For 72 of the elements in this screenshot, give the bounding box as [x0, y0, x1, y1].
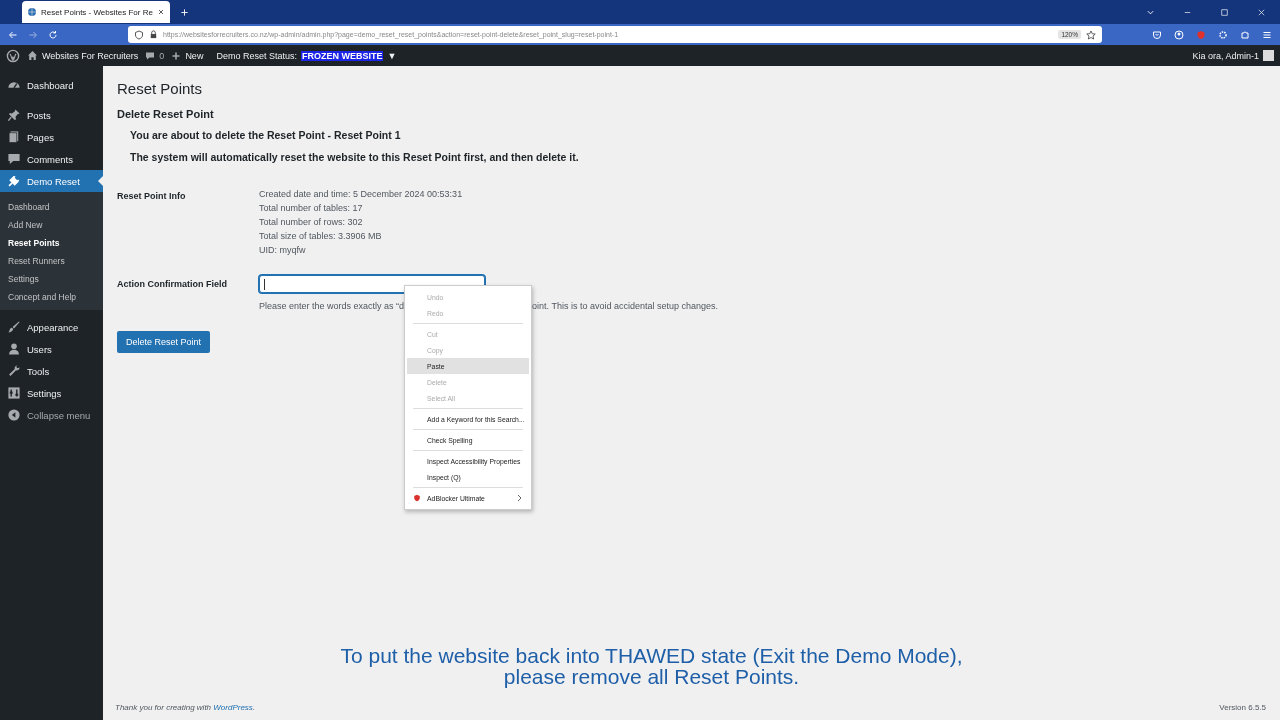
pages-icon [7, 130, 21, 144]
close-icon [1257, 7, 1266, 17]
submenu-item[interactable]: Settings [0, 270, 103, 288]
lock-icon [149, 30, 158, 39]
delete-button[interactable]: Delete Reset Point [117, 331, 211, 353]
sidebar-item[interactable]: Tools [0, 360, 103, 382]
footer-text: Thank you for creating with WordPress. [115, 703, 256, 712]
info-line: Created date and time: 5 December 2024 00:53:31 [259, 189, 463, 199]
field-label: Reset Point Info [117, 190, 187, 203]
browser-tab[interactable]: Reset Points - Websites For Re [22, 1, 170, 23]
sidebar-item[interactable]: Demo Reset [0, 170, 103, 192]
collapse-icon [7, 408, 21, 422]
speech-bubble-icon [145, 50, 156, 61]
chevron-right-icon [517, 494, 524, 502]
sidebar-item[interactable]: Settings [0, 382, 103, 404]
account-icon [1174, 29, 1184, 40]
info-line: Total number of tables: 17 [259, 203, 364, 213]
globe-icon [27, 7, 37, 17]
caption-text: To put the website back into THAWED state (Exit the Demo Mode), [340, 645, 963, 666]
status-label: Demo Reset Status: [216, 50, 297, 61]
back-icon [8, 29, 18, 40]
maximize-icon [1220, 7, 1229, 17]
notice-text: The system will automatically reset the website to this Reset Point first, and then delete it. [130, 151, 580, 163]
section-heading: Delete Reset Point [117, 108, 215, 120]
plug-icon [7, 174, 21, 188]
sidebar-item[interactable]: Users [0, 338, 103, 360]
submenu-item[interactable]: Reset Runners [0, 252, 103, 270]
plus-icon [179, 7, 189, 17]
hint-text: oint. This is to avoid accidental setup changes. [532, 301, 719, 311]
speech-bubble-icon [7, 152, 21, 166]
brush-icon [7, 320, 21, 334]
sidebar-item[interactable]: Appearance [0, 316, 103, 338]
sidebar-item[interactable]: Collapse menu [0, 404, 103, 426]
star-icon [1086, 29, 1096, 40]
version-text: Version 6.5.5 [1219, 703, 1266, 712]
submenu-item[interactable]: Dashboard [0, 198, 103, 216]
close-icon [156, 8, 165, 16]
shield-icon [134, 29, 144, 40]
menu-icon [1262, 29, 1272, 40]
user-icon [7, 342, 21, 356]
home-icon [27, 50, 38, 61]
reload-icon [48, 29, 58, 40]
sidebar-item[interactable]: Posts [0, 104, 103, 126]
hint-text: Please enter the words exactly as “d [259, 301, 405, 311]
forward-icon [28, 29, 38, 40]
sidebar-item[interactable]: Dashboard [0, 74, 103, 96]
submenu-item[interactable]: Reset Points [0, 234, 103, 252]
plus-icon [171, 50, 182, 61]
wrench-icon [7, 364, 21, 378]
site-name-link[interactable]: Websites For Recruiters [42, 50, 139, 61]
notice-text: You are about to delete the Reset Point - Reset Point 1 [130, 129, 402, 141]
settings-icon [1218, 29, 1228, 40]
submenu-item[interactable]: Concept and Help [0, 288, 103, 306]
caption-text: please remove all Reset Points. [503, 666, 800, 687]
shield-icon [413, 494, 422, 502]
pocket-icon [1152, 29, 1162, 40]
field-label: Action Confirmation Field [117, 278, 228, 291]
dropdown-caret[interactable]: ▼ [387, 50, 397, 61]
sidebar-item[interactable]: Comments [0, 148, 103, 170]
greeting-text[interactable]: Kia ora, Admin-1 [1192, 50, 1259, 61]
status-value[interactable]: FROZEN WEBSITE [300, 50, 384, 61]
settings-icon [7, 386, 21, 400]
shield-icon [1196, 29, 1206, 40]
comment-count[interactable]: 0 [159, 50, 165, 61]
pin-icon [7, 108, 21, 122]
submenu-item[interactable]: Add New [0, 216, 103, 234]
info-line: Total number of rows: 302 [259, 217, 364, 227]
page-title: Reset Points [117, 80, 204, 97]
new-link[interactable]: New [185, 50, 204, 61]
sidebar-item[interactable]: Pages [0, 126, 103, 148]
info-line: UID: myqfw [259, 245, 307, 255]
info-line: Total size of tables: 3.3906 MB [259, 231, 383, 241]
